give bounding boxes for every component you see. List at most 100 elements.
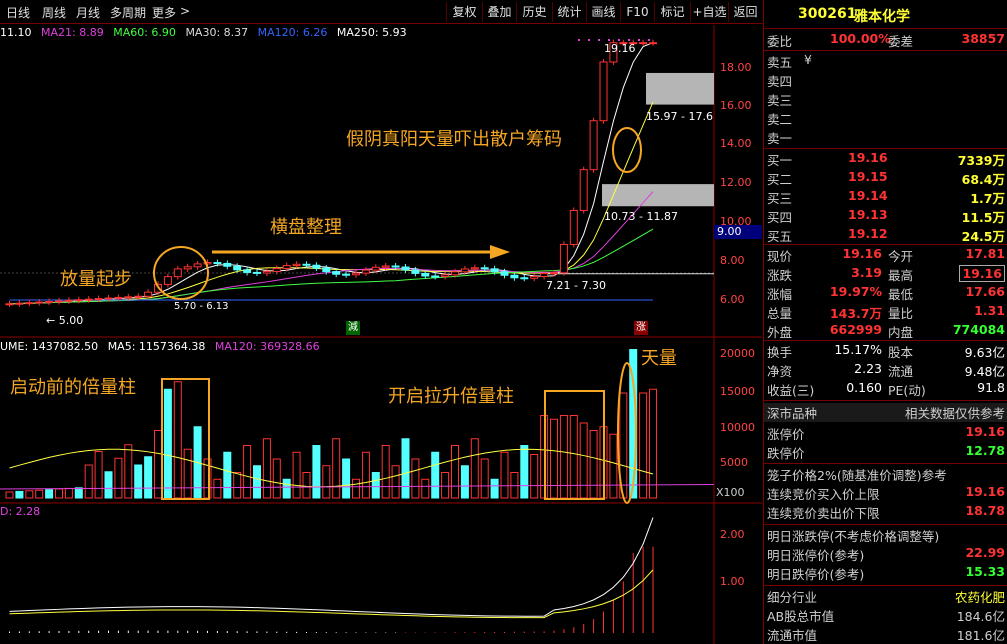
candle-body (480, 267, 489, 270)
candle-body (510, 274, 519, 279)
volume-bar (312, 445, 321, 499)
consolidate-arrowhead (490, 245, 510, 259)
history-button[interactable]: 历史 (516, 2, 552, 22)
period-multi[interactable]: 多周期 (110, 4, 146, 21)
volume-bar (213, 478, 222, 499)
annotation-start: 放量起步 (60, 269, 132, 290)
volume-bar (381, 445, 390, 499)
reduce-marker: 減 (346, 321, 360, 335)
volume-bar (302, 472, 311, 499)
f10-button[interactable]: F10 (620, 2, 654, 22)
price-tick: 8.00 (720, 254, 745, 267)
candle-body (342, 273, 351, 276)
price-tick: 16.00 (720, 99, 752, 112)
candle-body (124, 296, 133, 299)
restore-rights-button[interactable]: 复权 (446, 2, 482, 22)
volume-bar (441, 472, 450, 499)
quote-stat-row: 涨跌 3.19 最高 19.16 (764, 265, 1007, 284)
period-more[interactable]: 更多 (152, 4, 176, 21)
more-arrow-icon[interactable]: > (180, 4, 190, 18)
annotation-consolidate: 横盘整理 (270, 217, 342, 238)
volume-bar (15, 490, 24, 499)
candle-body (84, 298, 93, 301)
volume-bar (470, 438, 479, 499)
stock-header: 300261 雅本化学 (764, 6, 1007, 28)
volume-bar (352, 478, 360, 499)
volume-bar (550, 418, 558, 499)
candle-body (639, 42, 648, 45)
signal-dot (618, 39, 620, 41)
candle-body (391, 265, 400, 268)
volume-bar (104, 471, 113, 499)
candle-body (55, 300, 63, 303)
candle-body (173, 268, 182, 278)
legend-ma60: MA60: 6.90 (113, 26, 176, 39)
candle-body (460, 268, 469, 273)
back-button[interactable]: 返回 (728, 2, 762, 22)
stock-name: 雅本化学 (854, 9, 910, 25)
candle-body (253, 271, 261, 274)
candle-body (45, 300, 54, 303)
chart-area[interactable]: 11.10 MA21: 8.89 MA60: 6.90 MA30: 8.37 M… (0, 25, 762, 644)
candle-body (520, 277, 529, 280)
volume-bar (64, 487, 73, 499)
price-zone-mid (602, 184, 714, 207)
candle-body (421, 272, 430, 277)
volume-unit: X100 (716, 486, 745, 499)
volume-bar (134, 464, 143, 499)
ab-cap-row: AB股总市值 184.6亿 (767, 609, 1005, 624)
macd-legend: D: 2.28 (0, 505, 40, 518)
ask-row: 卖四 (767, 74, 793, 89)
annotation-lift: 开启拉升倍量柱 (388, 386, 514, 407)
float-cap-row: 流通市值 181.6亿 (767, 628, 1005, 643)
volume-tick: 15000 (720, 385, 755, 398)
overlay-button[interactable]: 叠加 (482, 2, 516, 22)
volume-bar (173, 381, 182, 499)
candle-body (183, 266, 192, 270)
volume-bar (35, 489, 44, 499)
bid-row: 买五 19.12 24.5万 (767, 226, 1005, 244)
low-mid-label: 5.70 - 6.13 (174, 301, 229, 312)
candle-body (243, 269, 252, 273)
candle-body (441, 274, 450, 278)
candle-body (223, 262, 232, 267)
quote-panel: 300261 雅本化学 委比 100.00% 委差 38857 卖五 ¥ 卖四 … (763, 0, 1007, 644)
industry-row: 细分行业 农药化肥 (767, 590, 1005, 605)
mark-button[interactable]: 标记 (654, 2, 690, 22)
period-day[interactable]: 日线 (6, 4, 30, 21)
annotation-fake-yin: 假阴真阳天量吓出散户筹码 (346, 129, 562, 150)
candle-body (282, 265, 291, 269)
volume-bar (609, 433, 618, 499)
macd-dif-line (9, 517, 654, 617)
quote-stat2-row: 收益(三) 0.160 PE(动) 91.8 (767, 380, 1005, 398)
volume-bar (391, 465, 400, 499)
bid-row: 买一 19.16 7339万 (767, 150, 1005, 168)
stats-button[interactable]: 统计 (552, 2, 586, 22)
zone-upper-label: 15.97 - 17.6 (646, 110, 713, 123)
candle-body (589, 120, 598, 171)
add-watchlist-button[interactable]: +自选 (690, 2, 728, 22)
kline-legend: 11.10 MA21: 8.89 MA60: 6.90 MA30: 8.37 M… (0, 26, 407, 39)
signal-dot (628, 39, 630, 41)
candle-body (530, 275, 539, 279)
period-week[interactable]: 周线 (42, 4, 66, 21)
volume-bar (639, 392, 648, 499)
candle-body (35, 301, 44, 304)
volume-bar (431, 451, 440, 499)
volume-bar (183, 448, 192, 499)
candle-body (649, 42, 657, 45)
volume-bar (322, 465, 331, 499)
candle-body (490, 268, 499, 273)
volume-bar (243, 445, 252, 499)
price-tick: 12.00 (720, 176, 752, 189)
draw-line-button[interactable]: 画线 (586, 2, 620, 22)
annotation-before-start: 启动前的倍量柱 (10, 377, 136, 398)
volume-tick: 20000 (720, 347, 755, 360)
volume-bar (262, 438, 271, 499)
volume-bar (282, 478, 291, 499)
period-month[interactable]: 月线 (76, 4, 100, 21)
volume-bar (45, 489, 54, 499)
market-type-row: 深市品种 相关数据仅供参考 (764, 403, 1007, 422)
volume-bar (74, 487, 83, 499)
volume-bar (589, 430, 598, 499)
